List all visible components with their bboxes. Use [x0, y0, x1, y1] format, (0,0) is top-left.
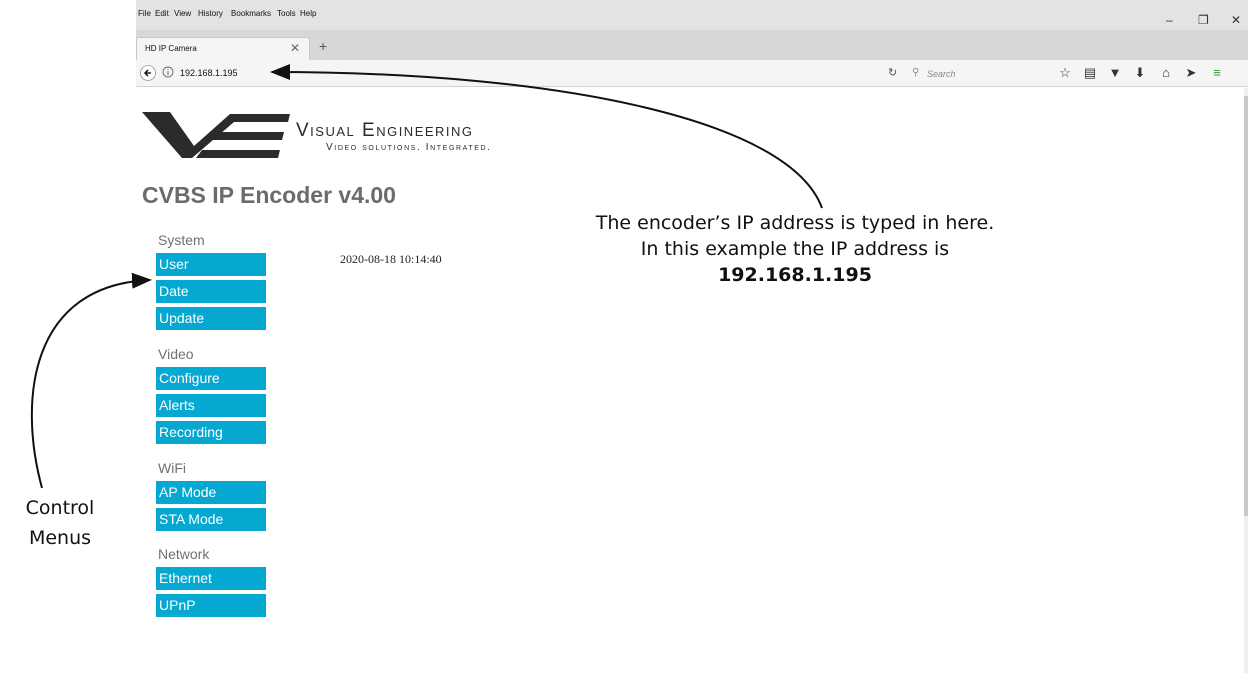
date-time-display: 2020-08-18 10:14:40	[340, 252, 442, 266]
url-field[interactable]: 192.168.1.195	[180, 68, 238, 78]
search-input[interactable]: ⚲ Search	[904, 64, 1044, 83]
search-placeholder: Search	[927, 69, 956, 79]
menu-icon[interactable]: ≡	[1210, 65, 1224, 81]
send-icon[interactable]: ➤	[1184, 65, 1198, 81]
menu-button-sta-mode[interactable]: STA Mode	[156, 508, 266, 532]
menu-bookmarks[interactable]: Bookmarks	[231, 9, 271, 18]
callout-control: Control	[25, 497, 95, 519]
brand-tagline: Video solutions. Integrated.	[326, 142, 492, 153]
callout-menus: Menus	[28, 527, 92, 549]
menu-button-ap-mode[interactable]: AP Mode	[156, 481, 266, 505]
scrollbar-thumb[interactable]	[1244, 96, 1248, 516]
minimize-icon[interactable]: –	[1166, 14, 1173, 26]
visual-engineering-logo	[142, 112, 290, 158]
menu-button-upnp[interactable]: UPnP	[156, 594, 266, 618]
menu-edit[interactable]: Edit	[155, 9, 169, 18]
menu-tools[interactable]: Tools	[277, 9, 296, 18]
navigation-bar: 192.168.1.195 ↻ ⚲ Search ☆ ▤ ▼ ⬇ ⌂ ➤ ≡	[136, 60, 1248, 87]
menu-button-recording[interactable]: Recording	[156, 421, 266, 445]
tab-close-icon[interactable]: ✕	[290, 41, 300, 55]
callout-line-2: In this example the IP address is	[640, 238, 950, 260]
ip-address-callout: The encoder’s IP address is typed in her…	[480, 210, 1110, 288]
callout-line-1: The encoder’s IP address is typed in her…	[595, 212, 995, 234]
reload-icon[interactable]: ↻	[888, 66, 897, 79]
menu-history[interactable]: History	[198, 9, 223, 18]
back-icon[interactable]	[140, 65, 156, 81]
menu-arrow	[30, 272, 152, 489]
menu-bar: File Edit View History Bookmarks Tools H…	[136, 0, 1248, 30]
close-window-icon[interactable]: ✕	[1231, 14, 1241, 26]
menu-button-configure[interactable]: Configure	[156, 367, 266, 391]
search-icon: ⚲	[912, 67, 920, 78]
menu-help[interactable]: Help	[300, 9, 316, 18]
menu-file[interactable]: File	[138, 9, 151, 18]
bookmark-star-icon[interactable]: ☆	[1058, 65, 1072, 81]
menu-button-alerts[interactable]: Alerts	[156, 394, 266, 418]
control-menus-callout: Control Menus	[0, 493, 120, 553]
browser-window: File Edit View History Bookmarks Tools H…	[136, 0, 1248, 673]
download-icon[interactable]: ⬇	[1133, 65, 1147, 81]
section-label-system: System	[158, 232, 205, 248]
menu-button-ethernet[interactable]: Ethernet	[156, 567, 266, 591]
pocket-icon[interactable]: ▼	[1108, 65, 1122, 81]
home-icon[interactable]: ⌂	[1159, 65, 1173, 81]
page-title: CVBS IP Encoder v4.00	[142, 182, 396, 208]
menu-button-date[interactable]: Date	[156, 280, 266, 304]
section-label-network: Network	[158, 546, 210, 562]
tab-title: HD IP Camera	[145, 44, 197, 53]
tab-hd-ip-camera[interactable]: HD IP Camera ✕	[136, 37, 310, 60]
info-icon[interactable]	[162, 66, 174, 78]
restore-icon[interactable]: ❐	[1198, 14, 1209, 26]
menu-view[interactable]: View	[174, 9, 191, 18]
section-label-wifi: WiFi	[158, 460, 186, 476]
section-label-video: Video	[158, 346, 194, 362]
reader-icon[interactable]: ▤	[1083, 65, 1097, 81]
menu-button-update[interactable]: Update	[156, 307, 266, 331]
menu-button-user[interactable]: User	[156, 253, 266, 277]
new-tab-icon[interactable]: +	[319, 38, 327, 54]
callout-ip-value: 192.168.1.195	[718, 264, 872, 286]
brand-name: Visual Engineering	[296, 120, 474, 141]
